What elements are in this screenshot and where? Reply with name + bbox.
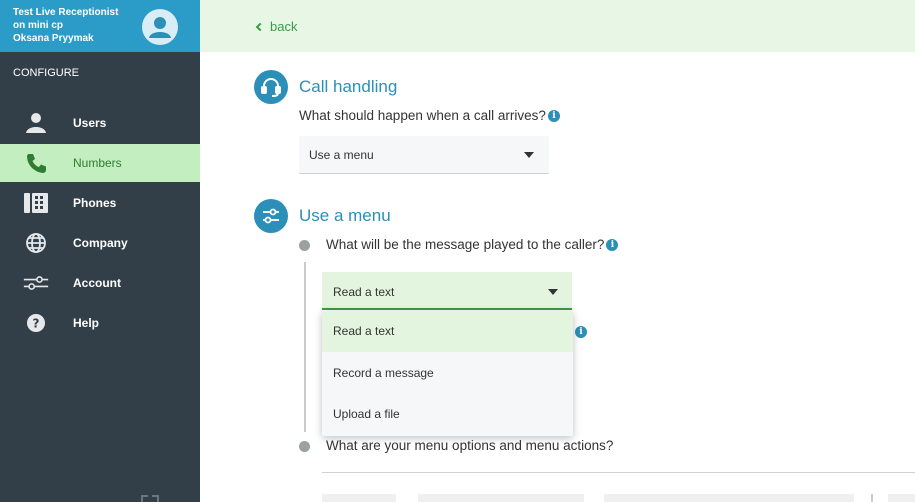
call-handling-question-text: What should happen when a call arrives? (299, 108, 546, 123)
globe-icon (23, 232, 49, 254)
message-type-dropdown: Read a text Record a message Upload a fi… (322, 311, 573, 436)
sidebar-item-users[interactable]: Users (0, 104, 200, 142)
message-question-text: What will be the message played to the c… (326, 237, 605, 252)
sidebar-item-label: Users (73, 116, 107, 130)
back-label: back (270, 19, 298, 34)
table-header-cell (604, 494, 854, 502)
sidebar-item-account[interactable]: Account (0, 264, 200, 302)
message-question: What will be the message played to the c… (326, 237, 619, 252)
info-icon[interactable]: i (547, 110, 560, 123)
dropdown-option-record-message[interactable]: Record a message (322, 353, 573, 394)
caret-down-icon (524, 152, 534, 158)
dropdown-option-read-text[interactable]: Read a text (322, 311, 573, 352)
menu-sliders-icon (254, 199, 288, 233)
help-icon: ? (23, 312, 49, 334)
info-icon[interactable]: i (606, 239, 619, 252)
call-handling-title: Call handling (299, 77, 398, 96)
account-name-line2: on mini cp (13, 20, 63, 31)
sidebar-item-numbers[interactable]: Numbers (0, 144, 200, 182)
collapse-icon[interactable] (140, 494, 160, 502)
table-header-cell (888, 494, 915, 502)
sidebar: Test Live Receptionist on mini cp Oksana… (0, 0, 200, 502)
use-menu-title: Use a menu (299, 206, 391, 225)
sidebar-item-label: Phones (73, 196, 117, 210)
account-info: Test Live Receptionist on mini cp Oksana… (13, 6, 138, 45)
call-handling-question: What should happen when a call arrives? i (299, 108, 560, 123)
account-name-line1: Test Live Receptionist (13, 7, 119, 18)
message-type-select-value: Read a text (333, 285, 395, 299)
info-icon[interactable]: i (575, 326, 587, 338)
headset-icon (254, 70, 288, 104)
sidebar-item-label: Company (73, 236, 128, 250)
avatar[interactable] (142, 9, 178, 45)
sidebar-item-company[interactable]: Company (0, 224, 200, 262)
account-user-name: Oksana Pryymak (13, 33, 94, 44)
table-header-cell (418, 494, 584, 502)
sidebar-item-help[interactable]: ? Help (0, 304, 200, 342)
configure-label: CONFIGURE (13, 67, 79, 79)
step-connector (304, 262, 306, 432)
top-bar (200, 0, 915, 52)
divider (322, 472, 915, 473)
divider (871, 494, 873, 502)
account-header[interactable]: Test Live Receptionist on mini cp Oksana… (0, 0, 200, 52)
menu-options-question: What are your menu options and menu acti… (326, 438, 614, 453)
table-header-cell (322, 494, 396, 502)
chevron-left-icon (255, 22, 265, 32)
sidebar-item-phones[interactable]: Phones (0, 184, 200, 222)
desk-phone-icon (23, 192, 49, 214)
user-icon (23, 112, 49, 134)
user-avatar-icon (149, 17, 171, 38)
back-link[interactable]: back (255, 19, 298, 34)
sliders-icon (23, 272, 49, 294)
sidebar-item-label: Account (73, 276, 121, 290)
svg-text:?: ? (33, 317, 40, 331)
call-handling-select[interactable]: Use a menu (299, 136, 549, 174)
step-bullet (299, 441, 310, 452)
caret-down-icon (548, 289, 558, 295)
call-handling-select-value: Use a menu (309, 148, 374, 162)
message-type-select[interactable]: Read a text (322, 272, 572, 310)
sidebar-item-label: Help (73, 316, 100, 330)
phone-icon (23, 152, 49, 174)
sidebar-item-label: Numbers (73, 156, 122, 170)
step-bullet (299, 240, 310, 251)
dropdown-option-upload-file[interactable]: Upload a file (322, 394, 573, 435)
